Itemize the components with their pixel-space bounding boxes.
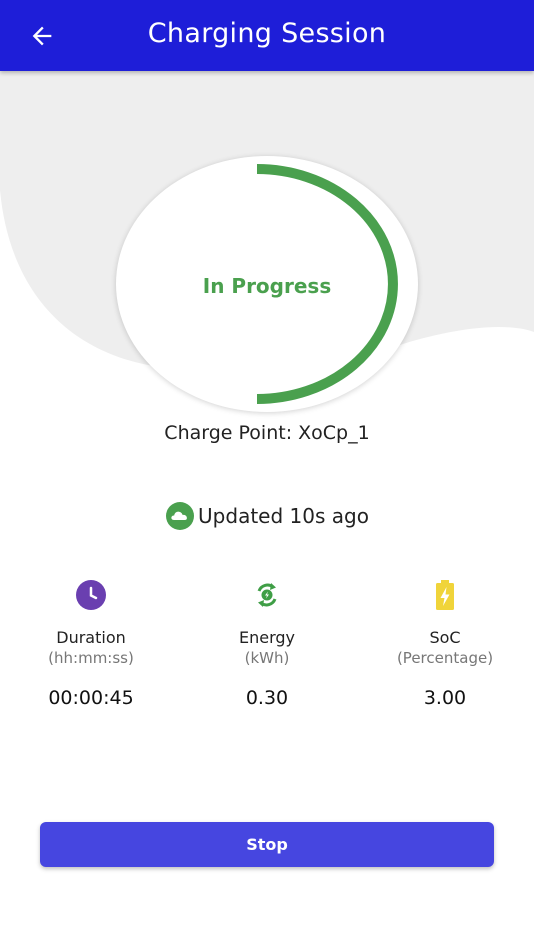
duration-value: 00:00:45 <box>48 687 134 709</box>
updated-text: Updated 10s ago <box>198 504 369 528</box>
updated-status: Updated 10s ago <box>0 501 534 531</box>
soc-label: SoC <box>429 628 461 647</box>
charge-point-id: XoCp_1 <box>298 422 370 444</box>
duration-label: Duration <box>56 628 126 647</box>
stop-button[interactable]: Stop <box>40 822 494 867</box>
energy-unit: (kWh) <box>244 649 290 667</box>
soc-value: 3.00 <box>423 687 467 709</box>
soc-unit: (Percentage) <box>396 649 494 667</box>
metric-duration: Duration (hh:mm:ss) 00:00:45 <box>2 578 180 709</box>
app-header: Charging Session <box>0 0 534 71</box>
duration-unit: (hh:mm:ss) <box>48 649 134 667</box>
cloud-icon <box>166 502 195 530</box>
metric-soc: SoC (Percentage) 3.00 <box>356 578 534 709</box>
metric-energy: Energy (kWh) 0.30 <box>178 578 356 709</box>
charge-point-info: Charge Point: XoCp_1 <box>0 422 534 444</box>
energy-label: Energy <box>238 628 295 647</box>
progress-indicator: In Progress <box>116 156 418 412</box>
charge-point-prefix: Charge Point: <box>164 422 293 444</box>
status-label: In Progress <box>202 274 332 298</box>
energy-value: 0.30 <box>245 687 289 709</box>
clock-icon <box>76 580 106 610</box>
battery-charging-icon <box>436 580 454 610</box>
energy-icon <box>257 583 277 607</box>
page-title: Charging Session <box>147 18 387 49</box>
